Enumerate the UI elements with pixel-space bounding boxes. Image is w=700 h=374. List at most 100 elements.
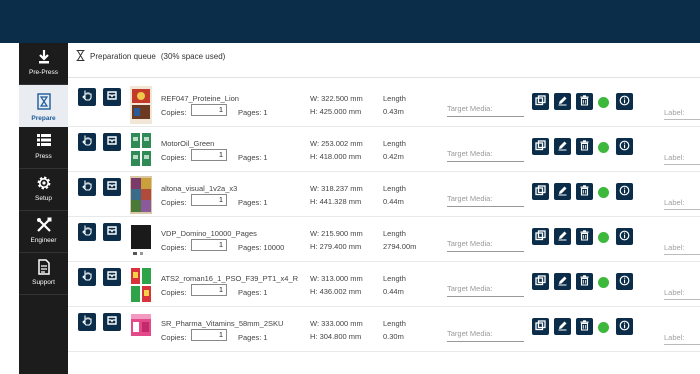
job-row[interactable]: MotorOil_Green Copies: 1 Pages: 1 W: 253… <box>68 128 700 172</box>
info-button[interactable] <box>616 273 633 290</box>
nav-item-press[interactable]: Press <box>19 127 68 168</box>
duplicate-button[interactable] <box>532 273 549 290</box>
select-job-button[interactable] <box>78 313 96 331</box>
copies-input[interactable]: 1 <box>191 329 227 341</box>
length-label: Length <box>383 184 406 193</box>
status-indicator <box>598 232 609 243</box>
edit-button[interactable] <box>554 93 571 110</box>
nav-item-engineer[interactable]: Engineer <box>19 211 68 252</box>
job-name: ATS2_roman16_1_PSO_F39_PT1_x4_R <box>161 274 299 283</box>
edit-button[interactable] <box>554 273 571 290</box>
delete-button[interactable] <box>576 183 593 200</box>
select-job-button[interactable] <box>78 223 96 241</box>
pencil-icon <box>557 318 568 336</box>
move-to-tray-button[interactable] <box>103 88 121 106</box>
select-job-button[interactable] <box>78 268 96 286</box>
job-row[interactable]: SR_Pharma_Vitamins_58mm_2SKU Copies: 1 P… <box>68 308 700 352</box>
copies-input[interactable]: 1 <box>191 149 227 161</box>
download-icon <box>19 49 68 65</box>
select-job-button[interactable] <box>78 178 96 196</box>
target-media-field[interactable]: Target Media: <box>447 149 524 162</box>
info-button[interactable] <box>616 228 633 245</box>
copy-icon <box>535 183 546 201</box>
trash-icon <box>579 273 590 291</box>
info-button[interactable] <box>616 318 633 335</box>
job-height: H: 436.002 mm <box>310 287 362 296</box>
delete-button[interactable] <box>576 138 593 155</box>
hourglass-icon <box>76 50 85 63</box>
move-to-tray-button[interactable] <box>103 133 121 151</box>
label-field[interactable]: Label: <box>664 153 700 165</box>
copies-label: Copies: <box>161 108 187 117</box>
label-field[interactable]: Label: <box>664 333 700 345</box>
job-row[interactable]: REF047_Proteine_Lion Copies: 1 Pages: 1 … <box>68 83 700 127</box>
copies-input[interactable]: 1 <box>191 239 227 251</box>
target-media-field[interactable]: Target Media: <box>447 284 524 297</box>
label-field[interactable]: Label: <box>664 288 700 300</box>
target-media-field[interactable]: Target Media: <box>447 194 524 207</box>
copies-label: Copies: <box>161 198 187 207</box>
status-indicator <box>598 142 609 153</box>
job-row[interactable]: ATS2_roman16_1_PSO_F39_PT1_x4_R Copies: … <box>68 263 700 307</box>
nav-label: Pre-Press <box>29 69 58 76</box>
job-row[interactable]: VDP_Domino_10000_Pages Copies: 1 Pages: … <box>68 218 700 262</box>
delete-button[interactable] <box>576 228 593 245</box>
edit-button[interactable] <box>554 183 571 200</box>
row-divider <box>68 306 700 307</box>
label-field[interactable]: Label: <box>664 243 700 255</box>
copies-label: Copies: <box>161 288 187 297</box>
edit-button[interactable] <box>554 318 571 335</box>
nav-item-support[interactable]: Support <box>19 253 68 294</box>
duplicate-button[interactable] <box>532 93 549 110</box>
select-job-button[interactable] <box>78 88 96 106</box>
move-to-tray-button[interactable] <box>103 268 121 286</box>
copies-input[interactable]: 1 <box>191 284 227 296</box>
length-value: 0.44m <box>383 197 404 206</box>
delete-button[interactable] <box>576 318 593 335</box>
label-field[interactable]: Label: <box>664 198 700 210</box>
job-thumbnail <box>130 266 152 304</box>
duplicate-button[interactable] <box>532 138 549 155</box>
hand-pointer-icon <box>81 133 93 151</box>
delete-button[interactable] <box>576 273 593 290</box>
copies-input[interactable]: 1 <box>191 194 227 206</box>
copies-label: Copies: <box>161 153 187 162</box>
nav-item-prepare[interactable]: Prepare <box>19 85 68 127</box>
row-divider <box>68 171 700 172</box>
nav-label: Press <box>35 153 52 160</box>
hand-pointer-icon <box>81 88 93 106</box>
target-media-field[interactable]: Target Media: <box>447 104 524 117</box>
duplicate-button[interactable] <box>532 228 549 245</box>
nav-item-pre-press[interactable]: Pre-Press <box>19 43 68 84</box>
move-to-tray-button[interactable] <box>103 313 121 331</box>
row-divider <box>68 261 700 262</box>
delete-button[interactable] <box>576 93 593 110</box>
target-media-field[interactable]: Target Media: <box>447 329 524 342</box>
copies-input[interactable]: 1 <box>191 104 227 116</box>
edit-button[interactable] <box>554 228 571 245</box>
move-to-tray-button[interactable] <box>103 223 121 241</box>
info-icon <box>619 138 630 156</box>
job-row[interactable]: altona_visual_1v2a_x3 Copies: 1 Pages: 1… <box>68 173 700 217</box>
info-button[interactable] <box>616 93 633 110</box>
job-name: REF047_Proteine_Lion <box>161 94 239 103</box>
hand-pointer-icon <box>81 178 93 196</box>
nav-label: Setup <box>35 195 52 202</box>
target-media-field[interactable]: Target Media: <box>447 239 524 252</box>
nav-item-setup[interactable]: Setup <box>19 169 68 210</box>
job-thumbnail <box>130 131 152 169</box>
edit-button[interactable] <box>554 138 571 155</box>
label-field[interactable]: Label: <box>664 108 700 120</box>
job-thumbnail <box>130 311 152 349</box>
list-icon <box>19 133 68 149</box>
copies-label: Copies: <box>161 333 187 342</box>
info-button[interactable] <box>616 138 633 155</box>
status-indicator <box>598 322 609 333</box>
copies-label: Copies: <box>161 243 187 252</box>
duplicate-button[interactable] <box>532 318 549 335</box>
move-to-tray-button[interactable] <box>103 178 121 196</box>
info-icon <box>619 273 630 291</box>
duplicate-button[interactable] <box>532 183 549 200</box>
info-button[interactable] <box>616 183 633 200</box>
select-job-button[interactable] <box>78 133 96 151</box>
